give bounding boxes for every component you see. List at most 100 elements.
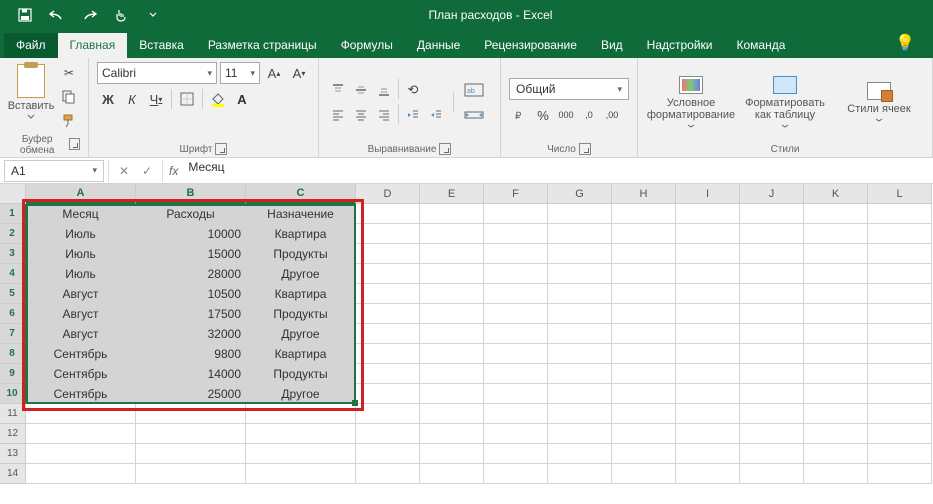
cell[interactable]	[26, 464, 136, 484]
decrease-decimal-icon[interactable]: ,00	[601, 104, 623, 126]
cell[interactable]	[676, 444, 740, 464]
touch-mode-icon[interactable]	[106, 3, 136, 27]
cell[interactable]	[548, 364, 612, 384]
cell[interactable]: Месяц	[26, 204, 136, 224]
cell[interactable]	[246, 444, 356, 464]
cell[interactable]	[676, 424, 740, 444]
tab-insert[interactable]: Вставка	[127, 33, 196, 58]
increase-decimal-icon[interactable]: ,0	[578, 104, 600, 126]
chevron-down-icon[interactable]: ▾	[617, 84, 622, 95]
font-name-combo[interactable]: Calibri▾	[97, 62, 217, 84]
cell[interactable]	[612, 204, 676, 224]
cell[interactable]: 28000	[136, 264, 246, 284]
cell[interactable]	[804, 244, 868, 264]
cell[interactable]	[136, 424, 246, 444]
qat-customize-icon[interactable]	[138, 3, 168, 27]
italic-button[interactable]: К	[121, 88, 143, 110]
cell[interactable]	[420, 404, 484, 424]
cell[interactable]	[484, 304, 548, 324]
cell[interactable]	[420, 364, 484, 384]
tab-team[interactable]: Команда	[725, 33, 798, 58]
number-format-combo[interactable]: Общий▾	[509, 78, 629, 100]
cell[interactable]: 25000	[136, 384, 246, 404]
cell[interactable]	[612, 244, 676, 264]
cell[interactable]	[420, 384, 484, 404]
cell[interactable]	[612, 304, 676, 324]
cell[interactable]	[804, 224, 868, 244]
orientation-icon[interactable]: ⟲	[402, 79, 424, 101]
cell[interactable]	[356, 464, 420, 484]
cell[interactable]	[804, 324, 868, 344]
cell[interactable]: Август	[26, 324, 136, 344]
cell[interactable]	[868, 244, 932, 264]
number-dialog-launcher[interactable]	[579, 143, 591, 155]
cell[interactable]	[246, 464, 356, 484]
cell[interactable]	[356, 324, 420, 344]
cell[interactable]: Июль	[26, 264, 136, 284]
cell[interactable]	[804, 384, 868, 404]
cell[interactable]	[676, 224, 740, 244]
format-painter-icon[interactable]	[58, 111, 80, 131]
cell[interactable]	[246, 424, 356, 444]
font-dialog-launcher[interactable]	[215, 143, 227, 155]
cell[interactable]	[484, 284, 548, 304]
row-header[interactable]: 10	[0, 384, 26, 404]
cell[interactable]	[868, 364, 932, 384]
cell[interactable]	[420, 464, 484, 484]
cell-styles-button[interactable]: Стили ячеек	[834, 67, 924, 137]
cell[interactable]: Август	[26, 284, 136, 304]
column-header[interactable]: D	[356, 184, 420, 204]
alignment-dialog-launcher[interactable]	[439, 143, 451, 155]
cell[interactable]	[740, 344, 804, 364]
underline-button[interactable]: Ч▾	[145, 88, 167, 110]
cell[interactable]	[676, 284, 740, 304]
column-header[interactable]: K	[804, 184, 868, 204]
cell[interactable]	[676, 264, 740, 284]
align-top-icon[interactable]	[327, 79, 349, 101]
cell[interactable]	[804, 204, 868, 224]
cell[interactable]	[676, 464, 740, 484]
clipboard-dialog-launcher[interactable]	[69, 138, 80, 150]
cell[interactable]	[612, 424, 676, 444]
cell[interactable]	[868, 424, 932, 444]
merge-center-icon[interactable]	[460, 104, 488, 126]
cell[interactable]	[740, 224, 804, 244]
cell[interactable]	[612, 404, 676, 424]
cell[interactable]	[356, 264, 420, 284]
cell[interactable]	[136, 404, 246, 424]
cell[interactable]	[612, 324, 676, 344]
column-header[interactable]: L	[868, 184, 932, 204]
cell[interactable]	[612, 444, 676, 464]
chevron-down-icon[interactable]: ▾	[92, 165, 97, 176]
align-center-icon[interactable]	[350, 104, 372, 126]
cell[interactable]	[484, 464, 548, 484]
copy-icon[interactable]	[58, 87, 80, 107]
decrease-font-icon[interactable]: A▾	[288, 62, 310, 84]
cell[interactable]	[868, 464, 932, 484]
tab-addins[interactable]: Надстройки	[635, 33, 725, 58]
cell[interactable]	[612, 284, 676, 304]
cell[interactable]	[356, 424, 420, 444]
cell[interactable]	[740, 244, 804, 264]
comma-format-icon[interactable]: 000	[555, 104, 577, 126]
cell[interactable]	[548, 464, 612, 484]
cell[interactable]	[356, 364, 420, 384]
cell[interactable]	[548, 304, 612, 324]
cell[interactable]	[420, 304, 484, 324]
cell[interactable]: 32000	[136, 324, 246, 344]
cell[interactable]	[740, 264, 804, 284]
paste-button[interactable]: Вставить	[8, 62, 54, 132]
increase-font-icon[interactable]: A▴	[263, 62, 285, 84]
cell[interactable]	[420, 224, 484, 244]
cell[interactable]	[420, 264, 484, 284]
column-header[interactable]: E	[420, 184, 484, 204]
cell[interactable]: Сентябрь	[26, 344, 136, 364]
formula-input[interactable]: Месяц	[184, 160, 933, 182]
cell[interactable]	[548, 324, 612, 344]
cell[interactable]	[484, 244, 548, 264]
cell[interactable]: Август	[26, 304, 136, 324]
row-header[interactable]: 3	[0, 244, 26, 264]
cell[interactable]	[612, 384, 676, 404]
cell[interactable]	[356, 244, 420, 264]
cell[interactable]	[26, 404, 136, 424]
